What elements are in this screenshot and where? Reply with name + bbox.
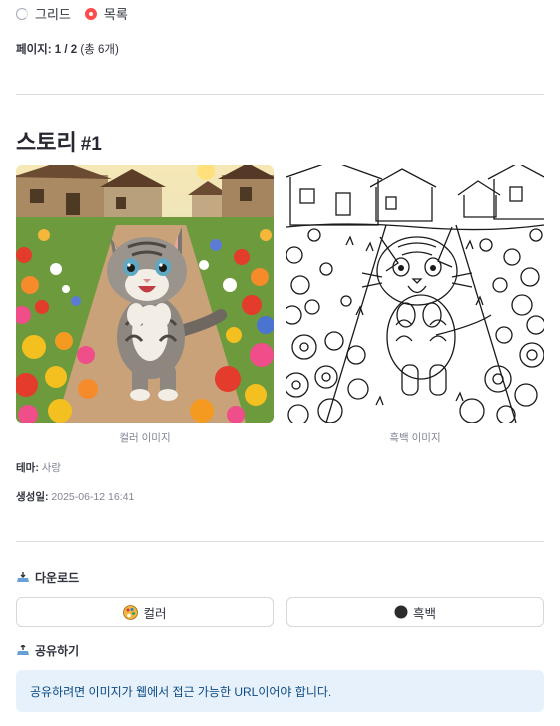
theme-value: 사랑 [41,462,62,474]
view-mode-grid-option[interactable]: 그리드 [16,4,71,23]
theme-info: 테마: 사랑 [16,460,61,475]
share-heading-text: 공유하기 [35,644,80,658]
theme-label: 테마: [16,462,39,474]
download-bw-button[interactable]: 흑백 [286,597,544,627]
kitten-lineart-illustration [286,165,544,423]
download-heading-text: 다운로드 [35,571,80,585]
share-info-alert: 공유하려면 이미지가 웹에서 접근 가능한 URL이어야 합니다. [16,670,544,712]
black-circle-icon [394,605,408,619]
pagination-total: (총 6개) [80,44,119,56]
radio-selected-icon[interactable] [84,7,97,20]
view-mode-radio-group: 그리드 목록 [16,4,142,23]
view-mode-list-label: 목록 [103,7,128,22]
divider [16,541,544,542]
upload-tray-icon [16,644,30,657]
radio-unselected-icon[interactable] [16,7,28,20]
pagination-value: 1 / 2 [54,44,78,56]
story-title: 스토리 #1 [16,125,102,157]
story-title-text: 스토리 [16,130,77,155]
download-color-label: 컬러 [143,606,167,621]
created-label: 생성일: [16,491,49,503]
color-image [16,165,274,423]
view-mode-list-option[interactable]: 목록 [84,4,128,23]
tray-icon [16,571,30,584]
download-bw-label: 흑백 [412,606,436,621]
kitten-color-illustration [16,165,274,423]
download-color-button[interactable]: 컬러 [16,597,274,627]
created-value: 2025-06-12 16:41 [51,491,135,503]
bw-image-caption: 흑백 이미지 [389,432,441,444]
share-info-text: 공유하려면 이미지가 웹에서 접근 가능한 URL이어야 합니다. [30,684,332,699]
share-heading: 공유하기 [16,642,79,659]
created-info: 생성일: 2025-06-12 16:41 [16,489,134,504]
divider [16,94,544,95]
palette-icon [123,604,139,620]
pagination-info: 페이지: 1 / 2 (총 6개) [16,41,119,57]
download-heading: 다운로드 [16,569,79,586]
pagination-label: 페이지: [16,44,52,56]
view-mode-grid-label: 그리드 [35,7,71,22]
color-image-caption: 컬러 이미지 [119,432,171,444]
bw-image [286,165,544,423]
story-title-number: #1 [80,134,102,155]
